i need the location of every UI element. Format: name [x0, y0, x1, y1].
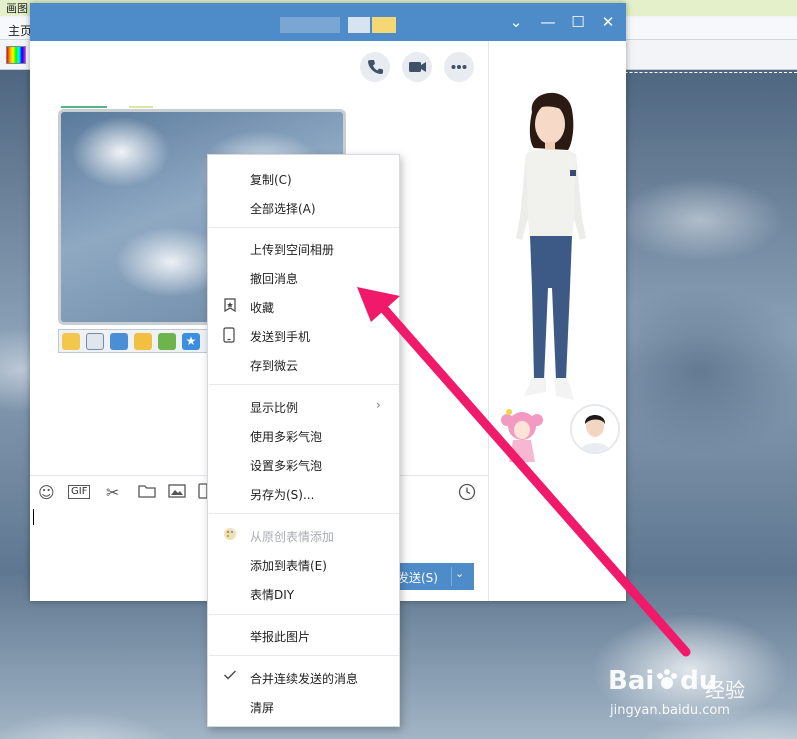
emoji-icon[interactable]: ☺ [38, 483, 55, 502]
menu-item-upload-album[interactable]: 上传到空间相册 [250, 241, 334, 258]
menu-item-emoji-diy[interactable]: 表情DIY [250, 586, 294, 603]
face-icon[interactable] [134, 333, 152, 350]
color-palette-icon[interactable] [6, 46, 26, 64]
send-button[interactable]: 发送(S) ⌄ [389, 563, 474, 590]
menu-separator [209, 513, 399, 514]
phone-call-icon[interactable] [360, 52, 390, 82]
video-call-icon[interactable] [402, 52, 432, 82]
menu-item-recall-message[interactable]: 撤回消息 [250, 270, 298, 287]
phone-send-icon[interactable] [110, 333, 128, 350]
pink-cartoon-character [501, 409, 543, 462]
menu-item-merge-messages[interactable]: 合并连续发送的消息 [250, 670, 358, 687]
menu-separator [209, 227, 399, 228]
image-edit-icon[interactable] [158, 333, 176, 350]
send-divider [451, 567, 452, 586]
sender-name-redaction [61, 106, 107, 108]
baidu-logo: Bai du [608, 666, 717, 696]
mobile-phone-icon [223, 327, 235, 347]
menu-item-display-scale[interactable]: 显示比例 [250, 399, 298, 416]
title-redaction [280, 17, 340, 33]
paint-tab-home[interactable]: 主页 [8, 22, 32, 39]
text-cursor [33, 509, 34, 525]
menu-item-select-all[interactable]: 全部选择(A) [250, 200, 316, 217]
watermark-url: jingyan.baidu.com [610, 703, 730, 718]
chat-titlebar: ⌄ — ☐ ✕ [30, 3, 626, 41]
checkmark-icon [223, 669, 237, 685]
screenshot-scissors-icon[interactable]: ✂ [106, 483, 119, 502]
more-options-icon[interactable] [444, 52, 474, 82]
folder-icon[interactable] [138, 483, 156, 503]
chevron-down-icon[interactable]: ⌄ [506, 12, 526, 32]
menu-item-add-from-original-emoji: 从原创表情添加 [250, 530, 335, 544]
menu-separator [209, 384, 399, 385]
send-button-label: 发送(S) [397, 571, 438, 585]
save-icon[interactable] [86, 333, 104, 350]
menu-item-use-color-bubble[interactable]: 使用多彩气泡 [250, 428, 322, 445]
menu-item-favorite[interactable]: 收藏 [250, 299, 274, 316]
menu-item-save-as[interactable]: 另存为(S)... [250, 486, 314, 503]
context-menu: 复制(C) 全部选择(A) 上传到空间相册 撤回消息 收藏 发送到手机 存到微云… [207, 154, 400, 727]
menu-item-send-to-phone[interactable]: 发送到手机 [250, 328, 310, 345]
submenu-chevron-right-icon: › [376, 398, 381, 412]
menu-item-copy[interactable]: 复制(C) [250, 171, 292, 188]
maximize-button[interactable]: ☐ [568, 12, 588, 32]
send-options-chevron-icon[interactable]: ⌄ [455, 567, 464, 580]
vip-badge-icon [372, 17, 396, 33]
baidu-jingyan-text: 经验 [705, 678, 745, 702]
favorite-star-icon [223, 298, 237, 316]
paint-app-title: 画图 [6, 2, 28, 15]
menu-item-save-to-weiyun[interactable]: 存到微云 [250, 357, 298, 374]
menu-item-add-to-emoji[interactable]: 添加到表情(E) [250, 557, 327, 574]
baidu-logo-text: Bai [608, 666, 655, 696]
image-icon[interactable] [168, 483, 186, 503]
gif-icon[interactable]: GIF [68, 485, 91, 499]
show-avatar-figure [516, 92, 586, 400]
menu-separator [209, 655, 399, 656]
paw-icon [657, 669, 678, 689]
minimize-button[interactable]: — [538, 12, 558, 32]
menu-item-report-image[interactable]: 举报此图片 [250, 628, 310, 645]
star-favorite-icon[interactable]: ★ [182, 333, 200, 350]
friend-avatar[interactable] [570, 404, 620, 454]
menu-item-clear-screen[interactable]: 清屏 [250, 699, 274, 716]
timestamp-redaction [129, 106, 153, 108]
title-redaction [348, 17, 370, 33]
menu-separator [209, 614, 399, 615]
palette-icon [223, 527, 237, 545]
close-button[interactable]: ✕ [598, 12, 618, 32]
history-clock-icon[interactable] [458, 483, 476, 505]
menu-item-set-color-bubble[interactable]: 设置多彩气泡 [250, 457, 322, 474]
add-emoji-icon[interactable] [62, 333, 80, 350]
